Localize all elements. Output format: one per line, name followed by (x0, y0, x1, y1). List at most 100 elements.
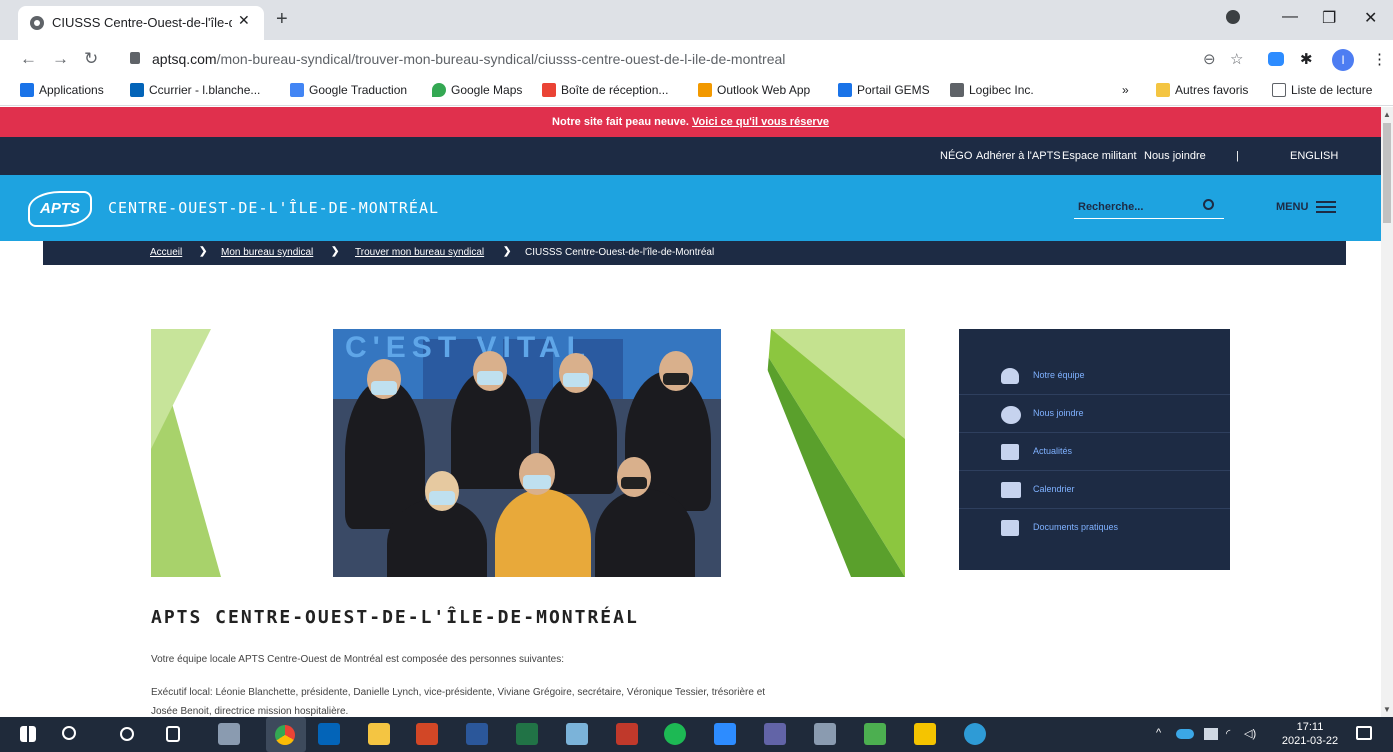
edge-icon[interactable] (964, 723, 986, 745)
apts-logo[interactable]: APTS (28, 191, 92, 227)
sidebar-menu: Notre équipe Nous joindre Actualités Cal… (959, 329, 1230, 570)
reload-icon[interactable]: ↻ (84, 49, 98, 69)
address-bar[interactable]: aptsq.com/mon-bureau-syndical/trouver-mo… (118, 45, 1258, 73)
search-placeholder: Recherche... (1078, 201, 1144, 213)
notifications-icon[interactable] (1356, 726, 1372, 740)
back-icon[interactable]: ← (20, 49, 37, 69)
volume-icon[interactable]: ◁) (1244, 727, 1256, 740)
breadcrumb-accueil[interactable]: Accueil (150, 247, 182, 258)
announcement-bar: Notre site fait peau neuve. Voici ce qu'… (0, 107, 1381, 137)
new-tab-button[interactable]: + (276, 9, 288, 29)
bookmarks-overflow[interactable]: » (1122, 83, 1129, 97)
sticky-notes-icon[interactable] (914, 723, 936, 745)
close-tab-icon[interactable]: ✕ (238, 12, 250, 29)
word-icon[interactable] (466, 723, 488, 745)
spotify-icon[interactable] (664, 723, 686, 745)
browser-tab-strip: CIUSSS Centre-Ouest-de-l'île-de- ✕ + — ❐… (0, 0, 1393, 40)
task-view-icon[interactable] (166, 726, 180, 742)
kebab-menu-icon[interactable]: ⋮ (1372, 50, 1387, 68)
bookmark-boite-reception[interactable]: Boîte de réception... (542, 83, 668, 97)
restore-icon[interactable]: ❐ (1322, 8, 1336, 28)
bookmark-applications[interactable]: Applications (20, 83, 104, 97)
browser-tab[interactable]: CIUSSS Centre-Ouest-de-l'île-de- ✕ (18, 6, 264, 40)
teams-icon[interactable] (764, 723, 786, 745)
nav-espace-militant[interactable]: Espace militant (1062, 150, 1137, 162)
bookmark-google-maps[interactable]: Google Maps (432, 83, 522, 97)
bookmark-google-traduction[interactable]: Google Traduction (290, 83, 407, 97)
other-bookmarks[interactable]: Autres favoris (1156, 83, 1248, 97)
chrome-icon (275, 725, 295, 745)
sidebar-item-actualites[interactable]: Actualités (959, 433, 1230, 471)
sidebar-item-calendrier[interactable]: Calendrier (959, 471, 1230, 509)
profile-avatar[interactable]: I (1332, 49, 1354, 71)
zoom-icon[interactable] (714, 723, 736, 745)
announcement-link[interactable]: Voici ce qu'il vous réserve (692, 116, 829, 128)
clock-time[interactable]: 17:11 (1288, 721, 1332, 733)
bookmark-courrier[interactable]: Ccurrier - l.blanche... (130, 83, 260, 97)
maps-pin-icon (432, 83, 446, 97)
onedrive-icon[interactable] (1176, 729, 1194, 739)
nav-divider: | (1236, 150, 1239, 162)
scroll-up-icon[interactable]: ▲ (1383, 110, 1391, 119)
minimize-icon[interactable]: — (1282, 8, 1298, 26)
file-explorer-icon[interactable] (368, 723, 390, 745)
site-name[interactable]: CENTRE-OUEST-DE-L'ÎLE-DE-MONTRÉAL (108, 199, 439, 217)
powerpoint-icon[interactable] (416, 723, 438, 745)
app-icon[interactable] (566, 723, 588, 745)
bookmark-portail-gems[interactable]: Portail GEMS (838, 83, 930, 97)
web-page: Notre site fait peau neuve. Voici ce qu'… (0, 107, 1381, 717)
sidebar-item-nous-joindre[interactable]: Nous joindre (959, 395, 1230, 433)
reading-list-icon (1272, 83, 1286, 97)
app-icon[interactable] (864, 723, 886, 745)
search-field[interactable]: Recherche... (1074, 197, 1224, 219)
forward-icon[interactable]: → (52, 49, 69, 69)
record-icon[interactable] (1226, 10, 1240, 24)
extensions-icon[interactable]: ✱ (1300, 50, 1313, 68)
app-icon[interactable] (616, 723, 638, 745)
close-window-icon[interactable]: ✕ (1364, 8, 1377, 28)
network-icon[interactable] (1204, 728, 1218, 740)
scrollbar-thumb[interactable] (1383, 123, 1391, 223)
paint-icon[interactable] (814, 723, 836, 745)
breadcrumb-mon-bureau[interactable]: Mon bureau syndical (221, 247, 313, 258)
wifi-icon[interactable]: ◜ (1226, 727, 1230, 740)
search-icon[interactable] (1203, 199, 1214, 210)
zoom-extension-icon[interactable] (1268, 52, 1284, 66)
star-icon[interactable]: ☆ (1230, 50, 1243, 68)
nav-nego[interactable]: NÉGO (940, 150, 972, 162)
face-mask (429, 491, 455, 505)
outlook-taskbar-icon[interactable] (318, 723, 340, 745)
owa-icon (698, 83, 712, 97)
face-mask (371, 381, 397, 395)
bookmark-outlook-web-app[interactable]: Outlook Web App (698, 83, 810, 97)
menu-button[interactable]: MENU (1276, 201, 1337, 213)
apps-grid-icon (20, 83, 34, 97)
clock-date[interactable]: 2021-03-22 (1278, 735, 1342, 747)
calculator-icon[interactable] (218, 723, 240, 745)
breadcrumb-separator: ❯ (331, 246, 340, 257)
sidebar-item-label: Actualités (1033, 446, 1073, 456)
sidebar-item-documents-pratiques[interactable]: Documents pratiques (959, 509, 1230, 547)
excel-icon[interactable] (516, 723, 538, 745)
hamburger-icon (1316, 201, 1337, 213)
scroll-down-icon[interactable]: ▼ (1383, 705, 1391, 714)
team-photo: C'EST VITAL (333, 329, 721, 577)
nav-nous-joindre[interactable]: Nous joindre (1144, 150, 1206, 162)
sidebar-item-notre-equipe[interactable]: Notre équipe (959, 357, 1230, 395)
apts-icon (838, 83, 852, 97)
hero-image: C'EST VITAL (151, 329, 905, 577)
zoom-icon[interactable]: ⊖ (1203, 50, 1216, 68)
sidebar-item-label: Documents pratiques (1033, 522, 1119, 532)
page-scrollbar[interactable]: ▲ ▼ (1381, 107, 1393, 717)
nav-adherer[interactable]: Adhérer à l'APTS (976, 150, 1061, 162)
windows-start-icon[interactable] (20, 726, 36, 742)
search-icon[interactable] (62, 726, 76, 740)
reading-list[interactable]: Liste de lecture (1272, 83, 1372, 97)
face-mask (523, 475, 551, 489)
tray-overflow-icon[interactable]: ^ (1156, 727, 1161, 739)
nav-english[interactable]: ENGLISH (1290, 150, 1338, 162)
folder-icon (1156, 83, 1170, 97)
bookmark-logibec[interactable]: Logibec Inc. (950, 83, 1034, 97)
cortana-icon[interactable] (120, 727, 134, 741)
breadcrumb-trouver[interactable]: Trouver mon bureau syndical (355, 247, 484, 258)
